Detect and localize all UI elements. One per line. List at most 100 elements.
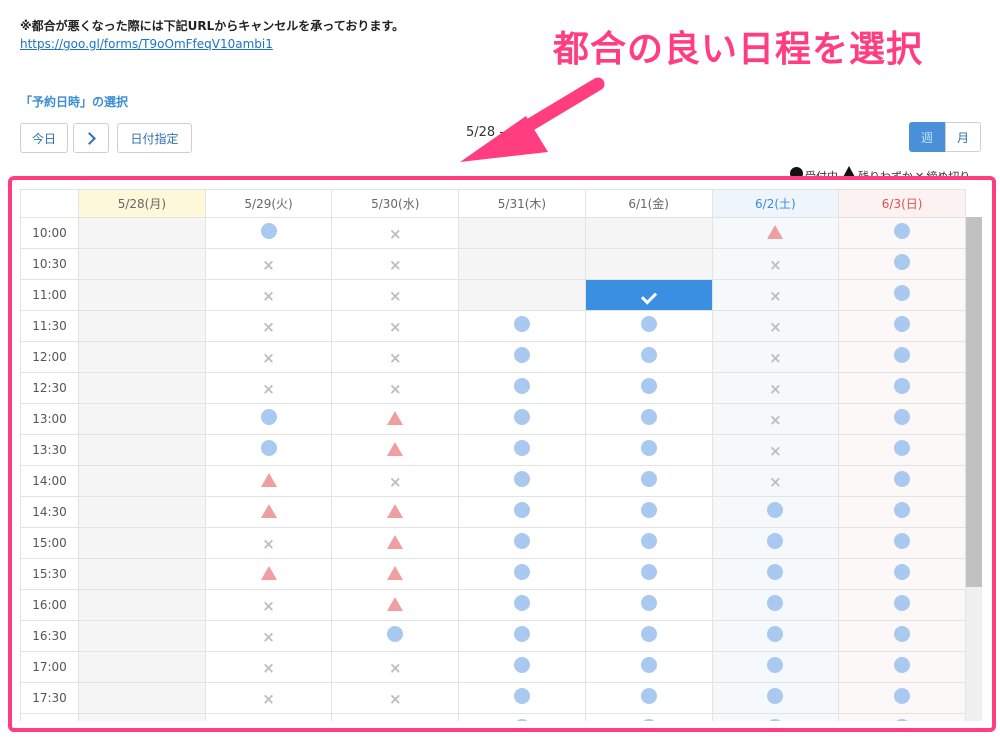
time-slot[interactable] [838, 217, 966, 249]
time-slot[interactable] [204, 558, 333, 590]
time-row: 10:30 × × × [20, 248, 966, 280]
time-slot[interactable] [331, 434, 460, 466]
time-slot[interactable] [838, 682, 966, 714]
time-slot[interactable] [458, 310, 586, 342]
time-slot[interactable] [584, 465, 713, 497]
time-row: 15:00 × [20, 527, 966, 559]
time-slot[interactable] [711, 651, 840, 683]
time-slot[interactable] [584, 372, 713, 404]
time-slot[interactable] [711, 589, 840, 621]
available-circle-icon [894, 254, 911, 270]
time-slot[interactable] [711, 620, 840, 652]
time-slot[interactable] [331, 403, 460, 435]
time-slot[interactable] [458, 341, 586, 373]
time-slot[interactable] [838, 465, 966, 497]
time-slot[interactable] [711, 527, 840, 559]
closed-cross-icon: × [262, 317, 275, 336]
time-slot[interactable] [584, 713, 713, 721]
time-slot[interactable] [838, 651, 966, 683]
time-slot: × [711, 341, 840, 373]
available-circle-icon [640, 657, 657, 673]
time-slot[interactable] [204, 403, 333, 435]
few-left-triangle-icon [387, 596, 404, 611]
time-slot[interactable] [838, 310, 966, 342]
time-slot[interactable] [458, 403, 586, 435]
time-slot[interactable] [331, 558, 460, 590]
time-slot: × [204, 341, 333, 373]
time-slot[interactable] [458, 651, 586, 683]
time-slot[interactable] [458, 372, 586, 404]
time-slot[interactable] [458, 713, 586, 721]
time-slot[interactable] [838, 434, 966, 466]
time-slot[interactable] [458, 589, 586, 621]
time-slot[interactable] [584, 527, 713, 559]
time-slot[interactable] [331, 496, 460, 528]
next-week-button[interactable] [73, 123, 109, 153]
time-slot[interactable] [711, 217, 840, 249]
time-slot[interactable] [458, 558, 586, 590]
time-slot[interactable] [584, 589, 713, 621]
time-slot[interactable] [711, 713, 840, 721]
time-slot[interactable] [711, 496, 840, 528]
time-slot[interactable] [838, 620, 966, 652]
time-slot[interactable] [458, 527, 586, 559]
few-left-triangle-icon [387, 534, 404, 549]
closed-cross-icon: × [388, 658, 402, 677]
time-slot[interactable] [204, 434, 333, 466]
time-slot[interactable] [838, 341, 966, 373]
time-slot[interactable] [584, 403, 713, 435]
available-circle-icon [640, 347, 657, 363]
time-slot[interactable] [711, 558, 840, 590]
view-week-button[interactable]: 週 [909, 122, 945, 152]
time-slot: × [204, 651, 333, 683]
time-row: ×× [20, 713, 966, 721]
time-slot: × [204, 589, 333, 621]
time-slot[interactable] [584, 682, 713, 714]
time-slot: × [331, 279, 460, 311]
time-slot [78, 465, 206, 497]
time-slot[interactable] [458, 465, 586, 497]
time-slot[interactable] [838, 527, 966, 559]
weekly-calendar: 5/28(月) 5/29(火) 5/30(水) 5/31(木) 6/1(金) 6/2(土)… [20, 189, 982, 721]
time-slot[interactable] [584, 279, 713, 311]
time-slot: × [331, 372, 460, 404]
time-slot[interactable] [458, 496, 586, 528]
time-slot[interactable] [838, 713, 966, 721]
time-slot[interactable] [838, 248, 966, 280]
time-slot[interactable] [584, 651, 713, 683]
time-slot[interactable] [584, 310, 713, 342]
time-slot[interactable] [331, 527, 460, 559]
time-slot: × [711, 248, 840, 280]
time-slot[interactable] [331, 589, 460, 621]
time-slot[interactable] [204, 496, 333, 528]
time-slot[interactable] [584, 496, 713, 528]
scrollbar-thumb[interactable] [966, 217, 982, 587]
time-slot[interactable] [584, 341, 713, 373]
time-slot[interactable] [584, 558, 713, 590]
view-month-button[interactable]: 月 [945, 122, 981, 152]
time-slot[interactable] [838, 558, 966, 590]
time-slot[interactable] [458, 682, 586, 714]
time-slot[interactable] [838, 372, 966, 404]
time-row: 11:30 × × × [20, 310, 966, 342]
time-slot[interactable] [204, 217, 333, 249]
closed-legend-icon: ✕ [915, 170, 925, 177]
available-circle-icon [894, 378, 911, 394]
date-picker-button[interactable]: 日付指定 [117, 123, 192, 153]
time-slot[interactable] [458, 620, 586, 652]
time-row: 17:00 × × [20, 651, 966, 683]
cancel-form-link[interactable]: https://goo.gl/forms/T9oOmFfeqV10ambi1 [20, 37, 273, 51]
time-slot[interactable] [458, 434, 586, 466]
time-slot[interactable] [331, 620, 460, 652]
time-slot[interactable] [838, 589, 966, 621]
time-slot[interactable] [838, 496, 966, 528]
time-slot[interactable] [204, 465, 333, 497]
time-slot[interactable] [584, 434, 713, 466]
time-slot[interactable] [584, 620, 713, 652]
calendar-scrollbar[interactable] [966, 217, 982, 721]
today-button[interactable]: 今日 [20, 123, 68, 153]
time-slot[interactable] [838, 279, 966, 311]
time-slot[interactable] [711, 682, 840, 714]
time-slot[interactable] [838, 403, 966, 435]
time-slot: × [711, 434, 840, 466]
